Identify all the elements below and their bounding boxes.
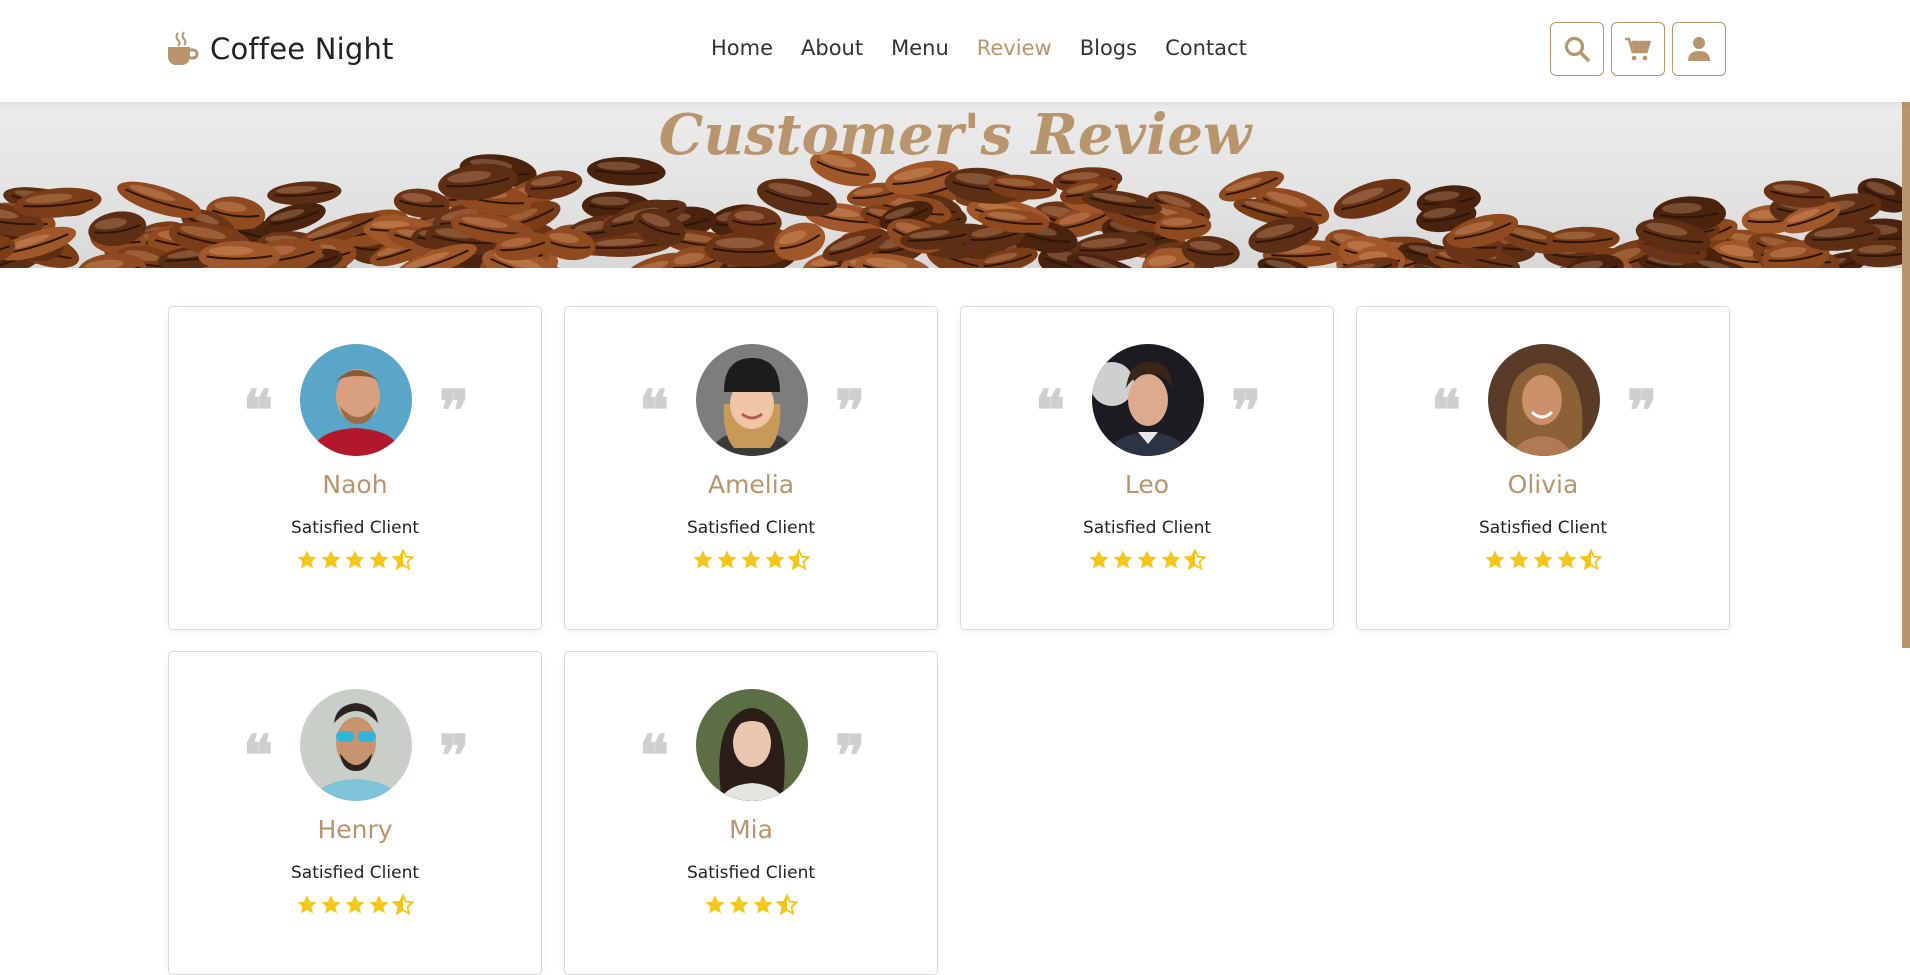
page-scrollbar[interactable] xyxy=(1902,58,1910,648)
rating-stars xyxy=(961,549,1333,571)
nav-about[interactable]: About xyxy=(801,36,863,60)
review-card: ❝ ❞ Olivia Satisfied Client xyxy=(1356,306,1730,630)
reviewer-name: Mia xyxy=(729,815,773,844)
close-quote-icon: ❞ xyxy=(835,378,866,444)
reviewer-photo xyxy=(300,689,412,801)
rating-stars xyxy=(169,549,541,571)
top-navbar: Coffee Night Home About Menu Review Blog… xyxy=(0,0,1910,102)
open-quote-icon: ❝ xyxy=(1035,378,1066,444)
close-quote-icon: ❞ xyxy=(835,723,866,789)
reviewer-name: Naoh xyxy=(322,470,388,499)
star-full-icon xyxy=(1137,550,1157,569)
page-title: Customer's Review xyxy=(658,102,1252,168)
avatar xyxy=(1092,344,1204,456)
reviewer-role: Satisfied Client xyxy=(686,863,816,883)
coffee-cup-icon xyxy=(168,31,199,65)
reviewer-name: Henry xyxy=(317,815,393,844)
review-hero-banner: Customer's Review xyxy=(0,102,1910,268)
rating-stars xyxy=(565,549,937,571)
rating-stars xyxy=(565,894,937,916)
reviewer-name: Leo xyxy=(1124,470,1170,499)
reviewer-name: Amelia xyxy=(707,470,795,499)
reviewer-photo xyxy=(696,344,808,456)
star-full-icon xyxy=(705,895,725,914)
cart-button[interactable] xyxy=(1611,22,1665,76)
brand-name: Coffee Night xyxy=(210,32,394,66)
nav-contact[interactable]: Contact xyxy=(1165,36,1247,60)
star-half-icon xyxy=(392,894,414,916)
header-actions xyxy=(1550,22,1726,76)
star-full-icon xyxy=(369,550,389,569)
star-full-icon xyxy=(717,550,737,569)
close-quote-icon: ❞ xyxy=(439,723,470,789)
nav-blogs[interactable]: Blogs xyxy=(1080,36,1137,60)
open-quote-icon: ❝ xyxy=(1431,378,1462,444)
reviewer-role: Satisfied Client xyxy=(686,518,816,538)
nav-home[interactable]: Home xyxy=(711,36,773,60)
star-full-icon xyxy=(321,550,341,569)
star-full-icon xyxy=(1533,550,1553,569)
user-icon xyxy=(1688,37,1710,61)
star-half-icon xyxy=(1184,549,1206,571)
close-quote-icon: ❞ xyxy=(1231,378,1262,444)
avatar xyxy=(300,344,412,456)
reviewer-photo xyxy=(696,689,808,801)
star-full-icon xyxy=(753,895,773,914)
open-quote-icon: ❝ xyxy=(639,378,670,444)
reviewer-role: Satisfied Client xyxy=(1478,518,1608,538)
reviewer-photo xyxy=(300,344,412,456)
star-full-icon xyxy=(345,895,365,914)
star-full-icon xyxy=(1557,550,1577,569)
search-icon xyxy=(1564,36,1590,62)
star-full-icon xyxy=(741,550,761,569)
rating-stars xyxy=(169,894,541,916)
star-full-icon xyxy=(1113,550,1133,569)
review-card: ❝ ❞ Amelia Satisfied Client xyxy=(564,306,938,630)
avatar xyxy=(696,689,808,801)
review-card: ❝ ❞ Leo Satisfied Client xyxy=(960,306,1334,630)
reviewer-photo xyxy=(1092,344,1204,456)
avatar xyxy=(696,344,808,456)
reviewer-role: Satisfied Client xyxy=(290,863,420,883)
avatar xyxy=(1488,344,1600,456)
rating-stars xyxy=(1357,549,1729,571)
star-full-icon xyxy=(765,550,785,569)
star-half-icon xyxy=(1580,549,1602,571)
star-full-icon xyxy=(297,550,317,569)
star-full-icon xyxy=(321,895,341,914)
star-full-icon xyxy=(345,550,365,569)
review-card: ❝ ❞ Naoh Satisfied Client xyxy=(168,306,542,630)
star-full-icon xyxy=(1161,550,1181,569)
open-quote-icon: ❝ xyxy=(243,378,274,444)
star-half-icon xyxy=(776,894,798,916)
star-full-icon xyxy=(369,895,389,914)
star-full-icon xyxy=(1089,550,1109,569)
review-card: ❝ ❞ Henry Satisfied Client xyxy=(168,651,542,975)
reviewer-role: Satisfied Client xyxy=(1082,518,1212,538)
reviewer-photo xyxy=(1488,344,1600,456)
close-quote-icon: ❞ xyxy=(1627,378,1658,444)
close-quote-icon: ❞ xyxy=(439,378,470,444)
star-full-icon xyxy=(1485,550,1505,569)
open-quote-icon: ❝ xyxy=(243,723,274,789)
nav-review[interactable]: Review xyxy=(977,36,1052,60)
avatar xyxy=(300,689,412,801)
account-button[interactable] xyxy=(1672,22,1726,76)
review-card: ❝ ❞ Mia Satisfied Client xyxy=(564,651,938,975)
reviewer-role: Satisfied Client xyxy=(290,518,420,538)
star-full-icon xyxy=(297,895,317,914)
main-nav: Home About Menu Review Blogs Contact xyxy=(711,36,1275,60)
open-quote-icon: ❝ xyxy=(639,723,670,789)
star-half-icon xyxy=(788,549,810,571)
reviewer-name: Olivia xyxy=(1507,470,1579,499)
brand-logo[interactable]: Coffee Night xyxy=(166,31,394,67)
search-button[interactable] xyxy=(1550,22,1604,76)
star-full-icon xyxy=(729,895,749,914)
star-full-icon xyxy=(1509,550,1529,569)
star-half-icon xyxy=(392,549,414,571)
cart-icon xyxy=(1625,37,1651,61)
star-full-icon xyxy=(693,550,713,569)
nav-menu[interactable]: Menu xyxy=(891,36,949,60)
